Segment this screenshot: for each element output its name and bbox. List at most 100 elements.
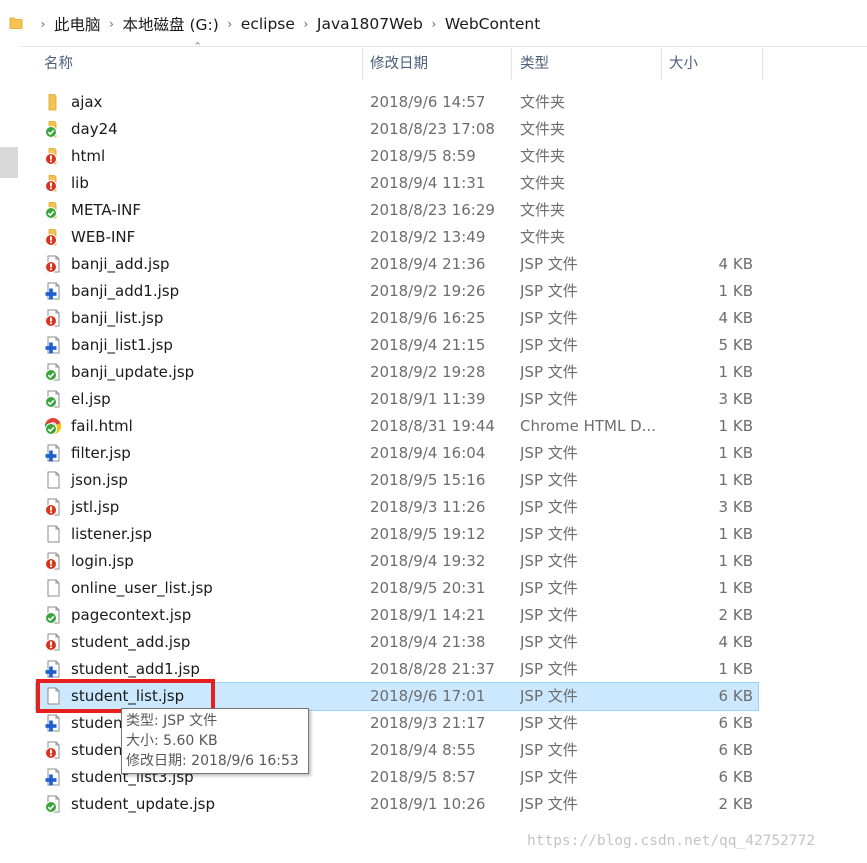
file-modified-date: 2018/9/3 21:17 — [370, 714, 486, 732]
file-icon — [44, 606, 62, 624]
file-row[interactable]: login.jsp 2018/9/4 19:32 JSP 文件 1 KB — [36, 548, 758, 575]
file-modified-date: 2018/9/5 19:12 — [370, 525, 486, 543]
chevron-right-icon[interactable]: › — [423, 17, 445, 31]
navigation-pane[interactable] — [0, 46, 20, 863]
folder-row[interactable]: html 2018/9/5 8:59 文件夹 — [36, 143, 758, 170]
file-icon — [44, 471, 62, 489]
column-divider[interactable] — [511, 48, 512, 80]
file-type: 文件夹 — [520, 147, 566, 165]
chrome-icon — [44, 417, 62, 435]
file-modified-date: 2018/9/4 21:15 — [370, 336, 486, 354]
breadcrumb-item-this-pc[interactable]: 此电脑 — [54, 13, 101, 35]
file-type: JSP 文件 — [520, 255, 578, 273]
folder-row[interactable]: ajax 2018/9/6 14:57 文件夹 — [36, 89, 758, 116]
file-size: 4 KB — [718, 255, 753, 273]
chevron-right-icon[interactable]: › — [101, 17, 123, 31]
file-icon — [44, 390, 62, 408]
file-name: pagecontext.jsp — [71, 606, 192, 624]
breadcrumb: › 此电脑 › 本地磁盘 (G:) › eclipse › Java1807We… — [32, 13, 541, 35]
file-row[interactable]: student_add.jsp 2018/9/4 21:38 JSP 文件 4 KB — [36, 629, 758, 656]
file-size: 3 KB — [718, 390, 753, 408]
file-modified-date: 2018/8/23 17:08 — [370, 120, 495, 138]
column-header-name[interactable]: 名称 — [44, 48, 73, 80]
file-icon — [44, 336, 62, 354]
column-divider[interactable] — [762, 48, 763, 80]
sort-ascending-icon: ⌃ — [193, 40, 203, 53]
file-icon — [44, 633, 62, 651]
breadcrumb-item-eclipse[interactable]: eclipse — [241, 15, 295, 33]
file-type: JSP 文件 — [520, 390, 578, 408]
file-type: JSP 文件 — [520, 525, 578, 543]
folder-row[interactable]: lib 2018/9/4 11:31 文件夹 — [36, 170, 758, 197]
file-icon — [44, 282, 62, 300]
chevron-right-icon[interactable]: › — [295, 17, 317, 31]
file-name: listener.jsp — [71, 525, 153, 543]
file-row[interactable]: banji_list.jsp 2018/9/6 16:25 JSP 文件 4 KB — [36, 305, 758, 332]
folder-row[interactable]: WEB-INF 2018/9/2 13:49 文件夹 — [36, 224, 758, 251]
file-modified-date: 2018/9/4 11:31 — [370, 174, 486, 192]
file-type: JSP 文件 — [520, 552, 578, 570]
file-row[interactable]: banji_add1.jsp 2018/9/2 19:26 JSP 文件 1 KB — [36, 278, 758, 305]
column-header-type[interactable]: 类型 — [520, 48, 549, 80]
file-type: 文件夹 — [520, 174, 566, 192]
file-type: JSP 文件 — [520, 309, 578, 327]
file-row[interactable]: fail.html 2018/8/31 19:44 Chrome HTML D...… — [36, 413, 758, 440]
chevron-right-icon[interactable]: › — [219, 17, 241, 31]
column-header-date[interactable]: 修改日期 — [370, 48, 428, 80]
file-row[interactable]: banji_update.jsp 2018/9/2 19:28 JSP 文件 1 KB — [36, 359, 758, 386]
file-name: ajax — [71, 93, 103, 111]
navigation-selected-item[interactable] — [0, 147, 18, 178]
file-name: login.jsp — [71, 552, 134, 570]
address-bar[interactable]: › 此电脑 › 本地磁盘 (G:) › eclipse › Java1807We… — [0, 0, 867, 47]
file-icon — [44, 525, 62, 543]
file-type: JSP 文件 — [520, 363, 578, 381]
breadcrumb-item-project[interactable]: Java1807Web — [317, 15, 423, 33]
file-row[interactable]: student_update.jsp 2018/9/1 10:26 JSP 文件 2 … — [36, 791, 758, 818]
folder-icon — [44, 93, 62, 111]
file-name: banji_add.jsp — [71, 255, 170, 273]
file-icon — [44, 309, 62, 327]
watermark: https://blog.csdn.net/qq_42752772 — [527, 833, 816, 849]
file-size: 1 KB — [718, 471, 753, 489]
file-row[interactable]: listener.jsp 2018/9/5 19:12 JSP 文件 1 KB — [36, 521, 758, 548]
file-type: JSP 文件 — [520, 741, 578, 759]
folder-row[interactable]: day24 2018/8/23 17:08 文件夹 — [36, 116, 758, 143]
file-row[interactable]: banji_add.jsp 2018/9/4 21:36 JSP 文件 4 KB — [36, 251, 758, 278]
file-row[interactable]: banji_list1.jsp 2018/9/4 21:15 JSP 文件 5 KB — [36, 332, 758, 359]
file-row[interactable]: json.jsp 2018/9/5 15:16 JSP 文件 1 KB — [36, 467, 758, 494]
file-name: banji_list1.jsp — [71, 336, 173, 354]
chevron-right-icon[interactable]: › — [32, 17, 54, 31]
file-size: 6 KB — [718, 687, 753, 705]
file-icon — [44, 552, 62, 570]
column-divider[interactable] — [661, 48, 662, 80]
file-row[interactable]: jstl.jsp 2018/9/3 11:26 JSP 文件 3 KB — [36, 494, 758, 521]
file-icon — [44, 498, 62, 516]
file-modified-date: 2018/8/23 16:29 — [370, 201, 495, 219]
breadcrumb-item-drive[interactable]: 本地磁盘 (G:) — [123, 13, 219, 35]
column-header-size[interactable]: 大小 — [669, 48, 698, 80]
file-row[interactable]: online_user_list.jsp 2018/9/5 20:31 JSP 文件… — [36, 575, 758, 602]
file-row[interactable]: student_list.jsp 2018/9/6 17:01 JSP 文件 6 KB — [35, 682, 759, 711]
file-row[interactable]: student_add1.jsp 2018/8/28 21:37 JSP 文件 1 K… — [36, 656, 758, 683]
file-type: JSP 文件 — [520, 795, 578, 813]
file-icon — [44, 255, 62, 273]
file-icon — [44, 687, 62, 705]
file-modified-date: 2018/8/28 21:37 — [370, 660, 495, 678]
file-name: banji_update.jsp — [71, 363, 195, 381]
folder-row[interactable]: META-INF 2018/8/23 16:29 文件夹 — [36, 197, 758, 224]
file-row[interactable]: filter.jsp 2018/9/4 16:04 JSP 文件 1 KB — [36, 440, 758, 467]
breadcrumb-item-webcontent[interactable]: WebContent — [445, 15, 540, 33]
file-name: online_user_list.jsp — [71, 579, 213, 597]
file-name: WEB-INF — [71, 228, 136, 246]
file-icon — [44, 579, 62, 597]
file-type: 文件夹 — [520, 201, 566, 219]
file-modified-date: 2018/9/4 16:04 — [370, 444, 486, 462]
file-row[interactable]: pagecontext.jsp 2018/9/1 14:21 JSP 文件 2 KB — [36, 602, 758, 629]
column-divider[interactable] — [362, 48, 363, 80]
file-row[interactable]: el.jsp 2018/9/1 11:39 JSP 文件 3 KB — [36, 386, 758, 413]
file-size: 4 KB — [718, 633, 753, 651]
file-size: 1 KB — [718, 417, 753, 435]
file-type: 文件夹 — [520, 228, 566, 246]
file-type: JSP 文件 — [520, 660, 578, 678]
file-modified-date: 2018/9/1 11:39 — [370, 390, 486, 408]
